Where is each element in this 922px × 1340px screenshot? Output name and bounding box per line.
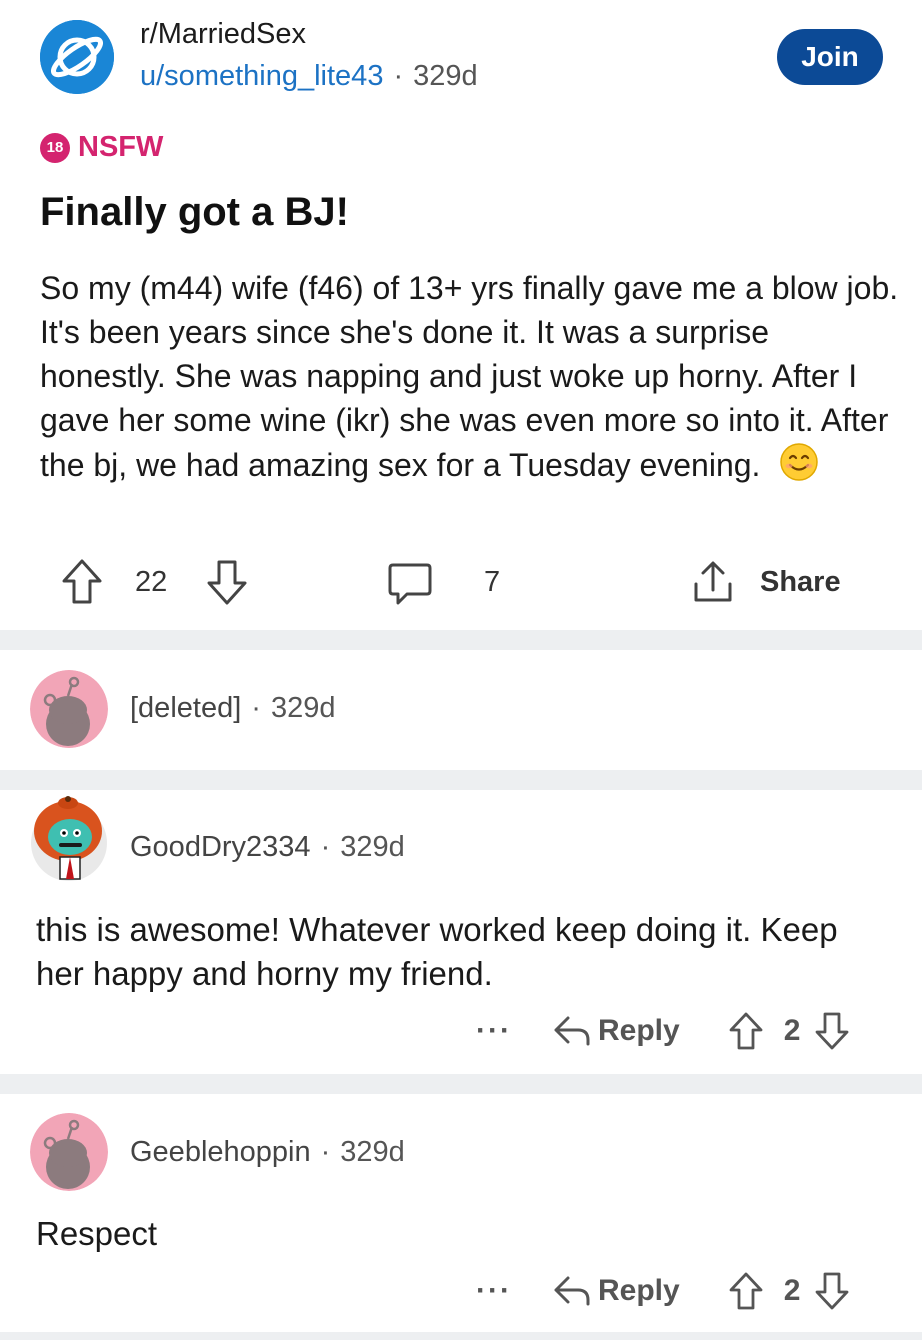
- meta-separator: ·: [320, 1136, 331, 1168]
- reply-icon[interactable]: [552, 1273, 592, 1309]
- section-divider: [0, 630, 922, 650]
- avatar[interactable]: [30, 1113, 108, 1191]
- smiling-face-icon: [779, 442, 819, 493]
- subreddit-name[interactable]: r/MarriedSex: [140, 18, 306, 51]
- post-score: 22: [135, 566, 168, 598]
- upvote-icon[interactable]: [728, 1271, 764, 1311]
- comment-icon[interactable]: [387, 561, 433, 607]
- comment-age: 329d: [340, 1136, 405, 1168]
- post-age: 329d: [413, 60, 478, 92]
- section-divider: [0, 770, 922, 790]
- post-meta: u/something_lite43 · 329d: [140, 60, 478, 93]
- comment-text: this is awesome! Whatever worked keep do…: [36, 911, 838, 992]
- comment-age: 329d: [270, 692, 336, 724]
- more-options-button[interactable]: ···: [476, 1274, 512, 1308]
- downvote-icon[interactable]: [814, 1011, 850, 1051]
- share-icon[interactable]: [690, 560, 736, 606]
- reply-button[interactable]: Reply: [598, 1274, 680, 1308]
- comment-meta: GoodDry2334 · 329d: [130, 831, 405, 864]
- post-title: Finally got a BJ!: [40, 190, 349, 234]
- more-options-button[interactable]: ···: [476, 1014, 512, 1048]
- nsfw-tag: 18 NSFW: [40, 131, 163, 164]
- downvote-icon[interactable]: [814, 1271, 850, 1311]
- avatar[interactable]: [28, 795, 110, 881]
- meta-separator: ·: [393, 60, 404, 92]
- section-divider: [0, 1332, 922, 1340]
- post-body: So my (m44) wife (f46) of 13+ yrs finall…: [40, 266, 900, 493]
- upvote-icon[interactable]: [728, 1011, 764, 1051]
- join-button[interactable]: Join: [777, 29, 883, 85]
- meta-separator: ·: [251, 692, 261, 724]
- downvote-icon[interactable]: [205, 558, 249, 606]
- comment-username[interactable]: Geeblehoppin: [130, 1136, 311, 1168]
- comment-meta: Geeblehoppin · 329d: [130, 1136, 405, 1169]
- comment-actions: ··· Reply 2: [476, 1267, 850, 1315]
- comment-username[interactable]: GoodDry2334: [130, 831, 311, 863]
- comment-username[interactable]: [deleted]: [130, 692, 241, 724]
- comment-actions: ··· Reply 2: [476, 1007, 850, 1055]
- nsfw-18-badge: 18: [40, 132, 70, 163]
- subreddit-icon[interactable]: [40, 20, 114, 94]
- meta-separator: ·: [320, 831, 331, 863]
- comment-score: 2: [783, 1274, 801, 1307]
- share-button[interactable]: Share: [760, 566, 841, 599]
- comment-meta: [deleted] · 329d: [130, 692, 335, 725]
- nsfw-label: NSFW: [78, 131, 164, 163]
- post-body-text: So my (m44) wife (f46) of 13+ yrs finall…: [40, 270, 899, 483]
- comment-score: 2: [783, 1014, 801, 1047]
- reply-icon[interactable]: [552, 1013, 592, 1049]
- post-author[interactable]: u/something_lite43: [140, 60, 383, 92]
- comment-age: 329d: [340, 831, 405, 863]
- comment-count[interactable]: 7: [484, 566, 500, 599]
- avatar[interactable]: [30, 670, 108, 748]
- upvote-icon[interactable]: [60, 558, 104, 606]
- reply-button[interactable]: Reply: [598, 1014, 680, 1048]
- section-divider: [0, 1074, 922, 1094]
- comment-text: Respect: [36, 1215, 158, 1252]
